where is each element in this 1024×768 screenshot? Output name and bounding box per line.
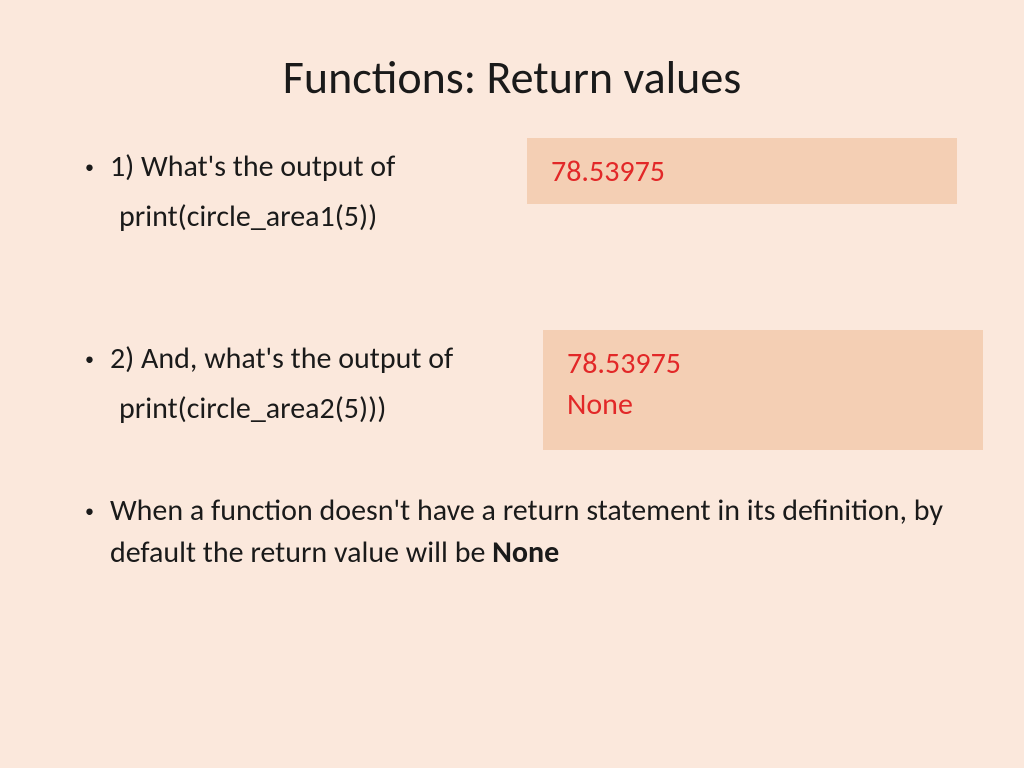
note-bold-word: None bbox=[492, 534, 559, 571]
question-1-line1: 1) What's the output of bbox=[110, 146, 395, 188]
slide-content: • 1) What's the output of print(circle_a… bbox=[0, 146, 1024, 574]
answer-box-2: 78.53975 None bbox=[543, 330, 983, 450]
question-2-line1: 2) And, what's the output of bbox=[110, 338, 453, 380]
answer-2-line2: None bbox=[567, 385, 959, 426]
answer-box-1: 78.53975 bbox=[527, 138, 957, 204]
note-text: When a function doesn't have a return st… bbox=[110, 490, 984, 574]
bullet-marker: • bbox=[85, 500, 94, 522]
answer-2-line1: 78.53975 bbox=[567, 344, 959, 385]
bullet-marker: • bbox=[85, 348, 94, 370]
note-section: • When a function doesn't have a return … bbox=[85, 490, 984, 574]
bullet-item-3: • When a function doesn't have a return … bbox=[85, 490, 984, 574]
answer-1-text: 78.53975 bbox=[551, 153, 665, 190]
question-2-section: • 2) And, what's the output of print(cir… bbox=[85, 338, 984, 430]
slide-title: Functions: Return values bbox=[0, 0, 1024, 146]
question-1-section: • 1) What's the output of print(circle_a… bbox=[85, 146, 984, 238]
bullet-marker: • bbox=[85, 156, 94, 178]
